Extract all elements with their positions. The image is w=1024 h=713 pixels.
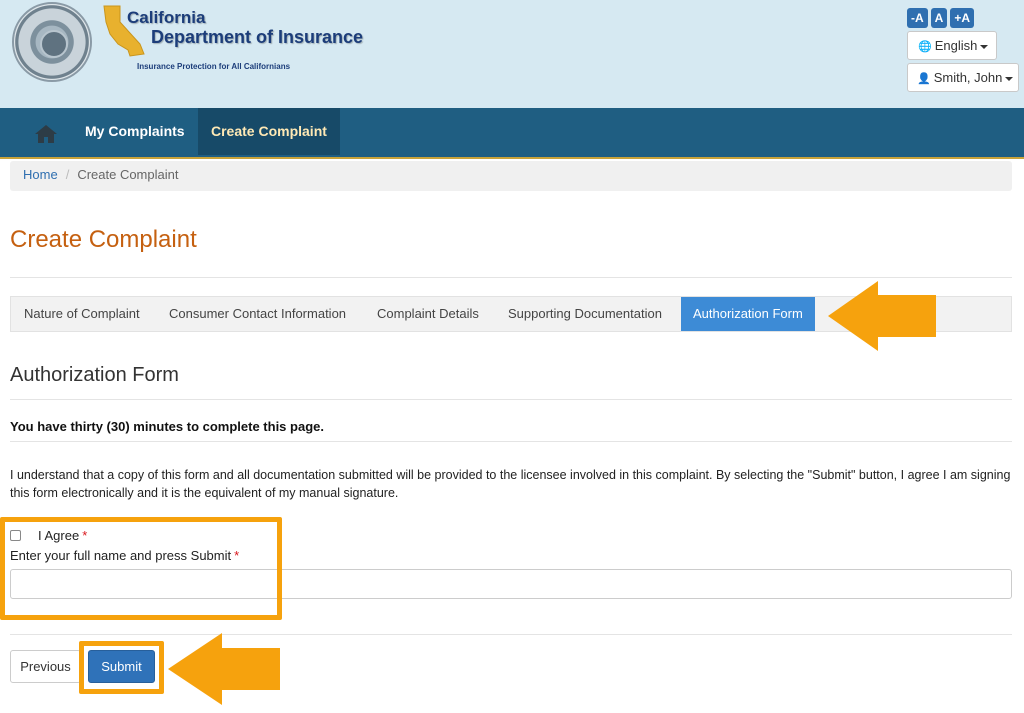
brand-tagline: Insurance Protection for All Californian… <box>137 62 291 71</box>
state-seal-logo <box>12 2 92 82</box>
chevron-down-icon <box>980 44 989 49</box>
nav-create-complaint[interactable]: Create Complaint <box>198 108 340 155</box>
required-marker: * <box>82 528 88 543</box>
agree-checkbox[interactable] <box>10 530 21 541</box>
user-icon: 👤 <box>917 73 931 85</box>
divider <box>10 399 1012 400</box>
agree-row: I Agree * <box>10 528 87 543</box>
globe-icon: 🌐 <box>918 41 932 53</box>
tab-nature-of-complaint[interactable]: Nature of Complaint <box>24 297 140 331</box>
seal-center <box>40 30 68 58</box>
breadcrumb-home-link[interactable]: Home <box>23 167 58 182</box>
agree-label: I Agree <box>38 528 80 543</box>
user-name: Smith, John <box>933 70 1003 85</box>
breadcrumb-current: Create Complaint <box>77 167 179 182</box>
arrow-left-icon <box>168 633 280 705</box>
full-name-input[interactable] <box>10 569 1012 599</box>
divider <box>10 634 1012 635</box>
submit-button[interactable]: Submit <box>88 650 155 683</box>
tab-supporting-documentation[interactable]: Supporting Documentation <box>508 297 662 331</box>
section-title: Authorization Form <box>10 364 179 386</box>
nav-my-complaints[interactable]: My Complaints <box>72 108 198 155</box>
site-header: California Department of Insurance Insur… <box>0 0 1024 108</box>
breadcrumb: Home / Create Complaint <box>10 161 1012 191</box>
full-name-label: Enter your full name and press Submit * <box>10 548 239 563</box>
tab-authorization-form[interactable]: Authorization Form <box>681 297 815 331</box>
chevron-down-icon <box>1005 76 1014 81</box>
main-navbar: My Complaints Create Complaint <box>0 108 1024 159</box>
tab-consumer-contact-information[interactable]: Consumer Contact Information <box>169 297 346 331</box>
page-title: Create Complaint <box>10 226 197 253</box>
required-marker: * <box>234 548 240 563</box>
time-limit-note: You have thirty (30) minutes to complete… <box>10 419 324 434</box>
reset-font-button[interactable]: A <box>930 8 948 28</box>
divider <box>10 277 1012 278</box>
user-menu-dropdown[interactable]: 👤 Smith, John <box>907 63 1019 92</box>
brand-line-2: Department of Insurance <box>151 27 364 47</box>
divider <box>10 441 1012 442</box>
language-dropdown[interactable]: 🌐 English <box>907 31 997 60</box>
breadcrumb-separator: / <box>65 167 70 182</box>
increase-font-button[interactable]: +A <box>950 8 975 28</box>
decrease-font-button[interactable]: -A <box>907 8 928 28</box>
tab-complaint-details[interactable]: Complaint Details <box>377 297 479 331</box>
home-icon[interactable] <box>34 124 58 144</box>
agreement-text: I understand that a copy of this form an… <box>10 468 1011 500</box>
wizard-tabs: Nature of Complaint Consumer Contact Inf… <box>10 296 1012 332</box>
brand-line-1: California <box>127 8 206 27</box>
language-label: English <box>934 38 978 53</box>
full-name-label-text: Enter your full name and press Submit <box>10 548 232 563</box>
previous-button[interactable]: Previous <box>10 650 81 683</box>
font-size-controls: -A A +A <box>907 8 975 28</box>
